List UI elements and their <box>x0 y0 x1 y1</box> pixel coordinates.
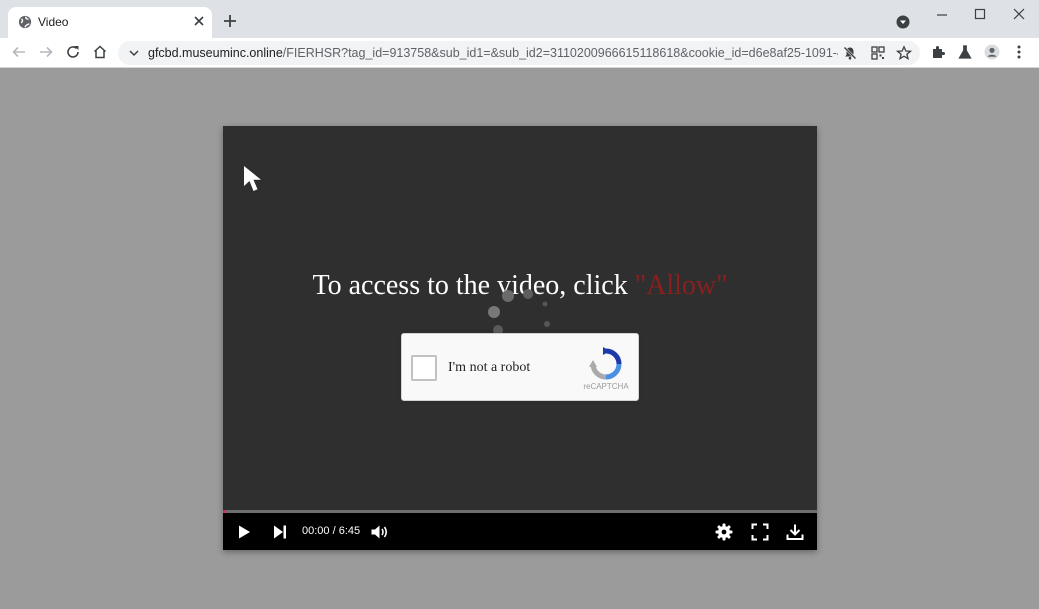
tab-strip: Video <box>0 0 1039 38</box>
captcha-brand: reCAPTCHA <box>583 382 629 391</box>
maximize-icon[interactable] <box>973 7 987 21</box>
captcha-label: I'm not a robot <box>448 360 531 375</box>
browser-toolbar: gfcbd.museuminc.online/FIERHSR?tag_id=91… <box>0 38 1039 68</box>
kebab-menu-icon[interactable] <box>1011 44 1027 60</box>
skip-next-icon[interactable] <box>270 522 290 542</box>
recaptcha-widget: I'm not a robot reCAPTCHA <box>401 333 639 401</box>
forward-icon[interactable] <box>38 44 54 60</box>
reload-icon[interactable] <box>65 44 81 60</box>
recaptcha-logo-icon <box>589 347 622 380</box>
play-icon[interactable] <box>234 522 254 542</box>
url-host: gfcbd.museuminc.online <box>148 46 283 60</box>
access-prompt-text: To access to the video, click <box>312 270 635 301</box>
extensions-icon[interactable] <box>930 44 946 60</box>
fullscreen-icon[interactable] <box>750 522 770 542</box>
player-controls: 00:00 / 6:45 <box>223 513 817 550</box>
url-path: /FIERHSR?tag_id=913758&sub_id1=&sub_id2=… <box>282 46 838 60</box>
address-bar[interactable]: gfcbd.museuminc.online/FIERHSR?tag_id=91… <box>118 41 920 65</box>
home-icon[interactable] <box>92 44 108 60</box>
dropdown-circle-icon[interactable] <box>896 15 910 29</box>
chevron-down-icon[interactable] <box>127 46 141 60</box>
plus-icon[interactable] <box>222 13 238 29</box>
video-player[interactable]: To access to the video, click "Allow" I'… <box>223 126 817 550</box>
tab-video[interactable]: Video <box>8 7 212 38</box>
star-icon[interactable] <box>896 45 912 61</box>
flask-icon[interactable] <box>957 44 973 60</box>
page-content: To access to the video, click "Allow" I'… <box>0 69 1039 609</box>
profile-icon[interactable] <box>984 44 1000 60</box>
minimize-icon[interactable] <box>935 8 949 22</box>
settings-icon[interactable] <box>714 522 734 542</box>
captcha-checkbox[interactable] <box>411 355 437 381</box>
close-icon[interactable] <box>192 14 206 28</box>
url-text[interactable]: gfcbd.museuminc.online/FIERHSR?tag_id=91… <box>148 46 838 60</box>
globe-icon <box>18 15 32 29</box>
download-icon[interactable] <box>785 522 805 542</box>
notifications-off-icon[interactable] <box>842 45 858 61</box>
qr-code-icon[interactable] <box>870 45 886 61</box>
volume-icon[interactable] <box>369 522 389 542</box>
window-close-icon[interactable] <box>1012 7 1026 21</box>
cursor-arrow-icon <box>244 166 261 191</box>
allow-highlight: "Allow" <box>634 270 728 301</box>
time-display: 00:00 / 6:45 <box>302 525 361 537</box>
back-icon[interactable] <box>11 44 27 60</box>
tab-title: Video <box>38 15 69 29</box>
